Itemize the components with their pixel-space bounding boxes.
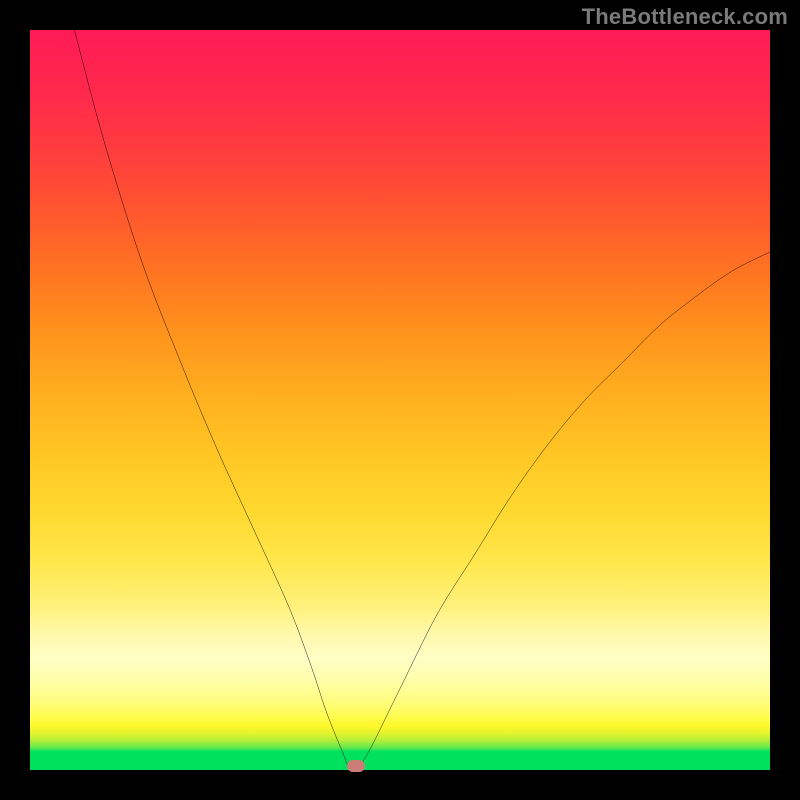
optimal-point-marker [347,760,365,772]
bottleneck-curve-path [74,30,770,770]
curve-svg [30,30,770,770]
chart-frame: TheBottleneck.com [0,0,800,800]
plot-area [30,30,770,770]
watermark-text: TheBottleneck.com [582,4,788,30]
